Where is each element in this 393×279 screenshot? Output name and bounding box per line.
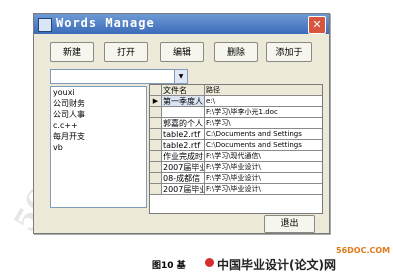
edit-button[interactable]: 编辑 <box>160 42 204 62</box>
filename-cell[interactable]: 08-成都信 <box>162 173 205 184</box>
row-header-corner <box>150 85 162 96</box>
row-selector[interactable] <box>150 184 162 195</box>
filename-cell[interactable]: 郭嘉的个人 <box>162 118 205 129</box>
chevron-down-icon[interactable]: ▼ <box>174 70 187 83</box>
category-list[interactable]: youxi 公司财务 公司人事 c.c++ 每月开支 vb <box>50 86 147 208</box>
grid-header-row: 文件名 路径 <box>150 85 322 96</box>
row-selector[interactable] <box>150 107 162 118</box>
category-combo[interactable]: ▼ <box>50 69 188 84</box>
filename-cell[interactable]: 2007届毕业 <box>162 162 205 173</box>
row-selector[interactable] <box>150 129 162 140</box>
row-selector[interactable] <box>150 162 162 173</box>
filename-cell[interactable]: 2007届毕业 <box>162 184 205 195</box>
filename-cell[interactable]: 第一季度人 <box>162 96 205 107</box>
filename-cell[interactable]: table2.rtf <box>162 129 205 140</box>
close-button[interactable]: ✕ <box>308 16 326 34</box>
figure-caption: 图10 基 <box>152 261 186 271</box>
list-item[interactable]: 公司人事 <box>51 109 146 120</box>
path-cell[interactable]: e:\ <box>205 96 322 107</box>
app-icon <box>38 18 52 32</box>
words-manage-window: Words Manage ✕ 新建 打开 编辑 删除 添加于 ▼ youxi 公… <box>33 13 330 234</box>
table-row[interactable]: table2.rtf C:\Documents and Settings <box>150 140 322 151</box>
list-item[interactable]: vb <box>51 142 146 153</box>
path-cell[interactable]: F:\学习\毕业设计\ <box>205 173 322 184</box>
table-row[interactable]: F:\学习\毕李小光1.doc <box>150 107 322 118</box>
path-cell[interactable]: F:\学习\现代通信\ <box>205 151 322 162</box>
filename-cell[interactable]: 作业完成时 <box>162 151 205 162</box>
list-item[interactable]: 公司财务 <box>51 98 146 109</box>
list-item[interactable]: youxi <box>51 87 146 98</box>
table-row[interactable]: table2.rtf C:\Documents and Settings <box>150 129 322 140</box>
brand-text: 中国毕业设计(论文)网 <box>217 258 336 272</box>
path-cell[interactable]: F:\学习\ <box>205 118 322 129</box>
delete-button[interactable]: 删除 <box>214 42 258 62</box>
table-row[interactable]: 作业完成时 F:\学习\现代通信\ <box>150 151 322 162</box>
table-row[interactable]: 2007届毕业 F:\学习\毕业设计\ <box>150 184 322 195</box>
path-cell[interactable]: C:\Documents and Settings <box>205 129 322 140</box>
open-button[interactable]: 打开 <box>104 42 148 62</box>
column-header-path[interactable]: 路径 <box>205 85 322 96</box>
files-grid[interactable]: 文件名 路径 ▶ 第一季度人 e:\ F:\学习\毕李小光1.doc 郭嘉的个人… <box>149 84 323 214</box>
table-row[interactable]: 2007届毕业 F:\学习\毕业设计\ <box>150 162 322 173</box>
column-header-filename[interactable]: 文件名 <box>162 85 205 96</box>
title-bar[interactable]: Words Manage ✕ <box>34 14 329 34</box>
path-cell[interactable]: F:\学习\毕李小光1.doc <box>205 107 322 118</box>
exit-button[interactable]: 退出 <box>264 215 315 233</box>
add-to-button[interactable]: 添加于 <box>266 42 312 62</box>
row-selector[interactable] <box>150 173 162 184</box>
brand-logo-icon <box>205 258 214 267</box>
path-cell[interactable]: F:\学习\毕业设计\ <box>205 184 322 195</box>
window-title: Words Manage <box>56 16 155 30</box>
current-row-marker-icon[interactable]: ▶ <box>150 96 162 107</box>
site-logo: 56DOC.COM <box>336 246 391 255</box>
table-row[interactable]: ▶ 第一季度人 e:\ <box>150 96 322 107</box>
new-button[interactable]: 新建 <box>50 42 94 62</box>
list-item[interactable]: 每月开支 <box>51 131 146 142</box>
path-cell[interactable]: C:\Documents and Settings <box>205 140 322 151</box>
list-item[interactable]: c.c++ <box>51 120 146 131</box>
table-row[interactable]: 郭嘉的个人 F:\学习\ <box>150 118 322 129</box>
table-row[interactable]: 08-成都信 F:\学习\毕业设计\ <box>150 173 322 184</box>
filename-cell[interactable] <box>162 107 205 118</box>
path-cell[interactable]: F:\学习\毕业设计\ <box>205 162 322 173</box>
filename-cell[interactable]: table2.rtf <box>162 140 205 151</box>
row-selector[interactable] <box>150 140 162 151</box>
row-selector[interactable] <box>150 118 162 129</box>
row-selector[interactable] <box>150 151 162 162</box>
